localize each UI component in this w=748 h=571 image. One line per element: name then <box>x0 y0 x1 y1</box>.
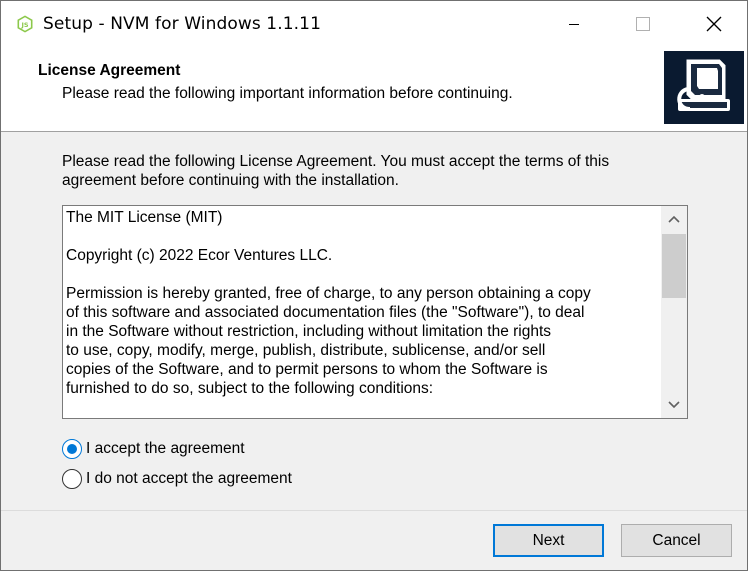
license-line: of this software and associated document… <box>66 304 585 321</box>
maximize-button[interactable] <box>620 1 666 47</box>
license-line: furnished to do so, subject to the follo… <box>66 380 434 397</box>
accept-agreement-label[interactable]: I accept the agreement <box>86 440 245 458</box>
license-line: Copyright (c) 2022 Ecor Ventures LLC. <box>66 247 333 264</box>
radio-button-unchecked[interactable] <box>62 469 82 489</box>
title-bar: JS Setup - NVM for Windows 1.1.11 <box>1 1 747 47</box>
setup-wizard-icon <box>664 51 744 124</box>
radio-selected-dot <box>67 444 77 454</box>
wizard-header: License Agreement Please read the follow… <box>1 47 747 132</box>
chevron-down-icon <box>668 401 680 409</box>
page-title: License Agreement <box>38 62 181 79</box>
license-line: The MIT License (MIT) <box>66 209 223 226</box>
license-line-blank <box>66 227 656 246</box>
minimize-button[interactable] <box>551 1 597 47</box>
decline-agreement-radio[interactable]: I do not accept the agreement <box>62 468 292 490</box>
page-subtitle: Please read the following important info… <box>62 85 513 102</box>
svg-text:JS: JS <box>20 21 28 29</box>
minimize-icon <box>569 24 579 25</box>
cancel-button[interactable]: Cancel <box>621 524 732 557</box>
nodejs-icon: JS <box>17 15 33 33</box>
setup-window: JS Setup - NVM for Windows 1.1.11 Licens… <box>0 0 748 571</box>
chevron-up-icon <box>668 215 680 223</box>
license-scrollbar[interactable] <box>661 206 687 418</box>
next-button[interactable]: Next <box>493 524 604 557</box>
close-icon <box>706 16 722 32</box>
license-line-blank <box>66 265 656 284</box>
radio-button-checked[interactable] <box>62 439 82 459</box>
scroll-down-button[interactable] <box>661 392 687 418</box>
license-textbox[interactable]: The MIT License (MIT) Copyright (c) 2022… <box>62 205 688 419</box>
license-line: in the Software without restriction, inc… <box>66 323 552 340</box>
scroll-up-button[interactable] <box>661 206 687 232</box>
license-line: copies of the Software, and to permit pe… <box>66 361 548 378</box>
window-title: Setup - NVM for Windows 1.1.11 <box>43 14 321 34</box>
license-line: Permission is hereby granted, free of ch… <box>66 285 591 302</box>
scrollbar-thumb[interactable] <box>662 234 686 298</box>
footer-divider <box>1 510 747 511</box>
close-button[interactable] <box>691 1 737 47</box>
maximize-icon <box>636 17 650 31</box>
license-intro-text: Please read the following License Agreem… <box>62 153 610 189</box>
license-line: to use, copy, modify, merge, publish, di… <box>66 342 546 359</box>
license-text: The MIT License (MIT) Copyright (c) 2022… <box>66 208 656 398</box>
decline-agreement-label[interactable]: I do not accept the agreement <box>86 470 292 488</box>
accept-agreement-radio[interactable]: I accept the agreement <box>62 438 245 460</box>
